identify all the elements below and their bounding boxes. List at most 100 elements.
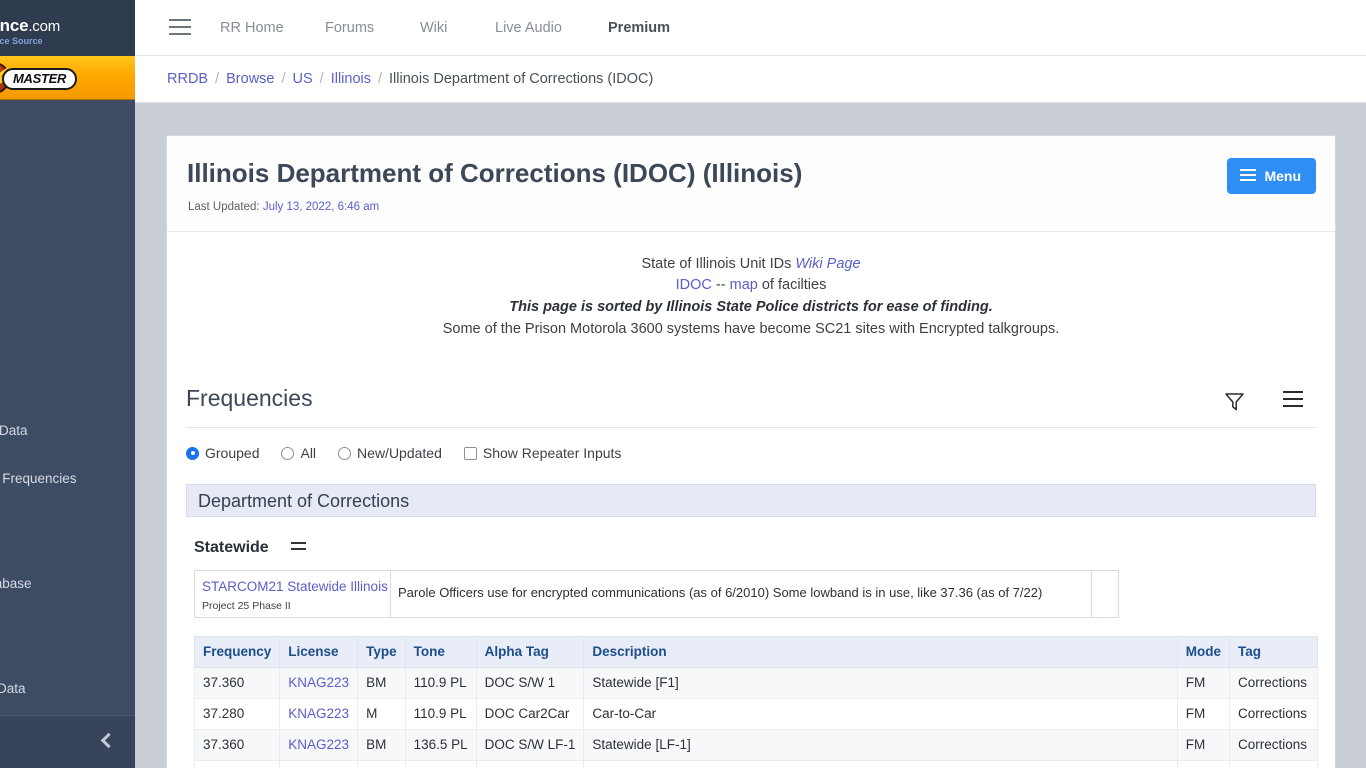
- sidebar-item-label: tabase: [0, 576, 32, 591]
- breadcrumb-item-browse[interactable]: Browse: [226, 71, 274, 87]
- cell-mode: FM: [1176, 698, 1231, 730]
- table-header-row: Frequency License Type Tone Alpha Tag De…: [193, 636, 1318, 668]
- scannermaster-ad-banner[interactable]: ⚡ MASTER: [0, 56, 135, 100]
- license-link[interactable]: KNAG223: [288, 706, 349, 721]
- cell-license[interactable]: KNAG223: [279, 698, 359, 730]
- sidebar: eference.com Reference Source ⚡ MASTER H…: [0, 0, 135, 768]
- table-row[interactable]: 37.160KNAG223BM136.5 PLDOC S/W LF-2State…: [193, 760, 1318, 768]
- cell-mode: FM: [1176, 760, 1231, 768]
- column-header-frequency[interactable]: Frequency: [193, 636, 281, 668]
- breadcrumb: RRDB / Browse / US / Illinois / Illinois Departm…: [167, 56, 653, 103]
- main-content-area: Illinois Department of Corrections (IDOC…: [135, 103, 1366, 768]
- cell-frequency: 37.360: [193, 729, 281, 761]
- breadcrumb-item-rrdb[interactable]: RRDB: [167, 71, 208, 87]
- menu-button-label: Menu: [1264, 168, 1301, 184]
- checkbox-show-repeater-inputs[interactable]: Show Repeater Inputs: [463, 445, 622, 461]
- cell-license[interactable]: KNAG223: [279, 667, 359, 699]
- nav-link-forums[interactable]: Forums: [325, 0, 374, 56]
- breadcrumb-item-illinois[interactable]: Illinois: [331, 71, 371, 87]
- cell-tag: Corrections: [1229, 760, 1318, 768]
- idoc-link[interactable]: IDOC: [676, 277, 712, 293]
- sidebar-item-7[interactable]: Data: [0, 670, 135, 708]
- nav-link-premium[interactable]: Premium: [608, 0, 670, 56]
- cell-frequency: 37.360: [193, 667, 281, 699]
- table-head: Frequency License Type Tone Alpha Tag De…: [193, 636, 1318, 668]
- cell-license[interactable]: KNAG223: [279, 760, 359, 768]
- hamburger-icon: [1240, 168, 1257, 184]
- list-menu-icon[interactable]: [1283, 391, 1303, 412]
- ad-brand-label: MASTER: [2, 68, 78, 90]
- sidebar-item-4[interactable]: Data: [0, 412, 135, 450]
- nav-link-rr-home[interactable]: RR Home: [220, 0, 284, 56]
- sidebar-item-6[interactable]: tabase: [0, 565, 135, 603]
- cell-license[interactable]: KNAG223: [279, 729, 359, 761]
- sidebar-item-2[interactable]: ssions: [0, 307, 135, 345]
- info-line-unit-ids: State of Illinois Unit IDs Wiki Page: [167, 254, 1335, 275]
- table-row[interactable]: 37.280 KNAG223 M 110.9 PL DOC Car2Car Car-to-…: [193, 698, 1318, 730]
- checkbox-icon[interactable]: [463, 446, 477, 460]
- column-header-description[interactable]: Description: [583, 636, 1178, 668]
- cell-description: Statewide [LF-1]: [583, 729, 1178, 761]
- breadcrumb-separator: /: [319, 71, 324, 87]
- cell-type: M: [357, 698, 406, 730]
- frequencies-header: Frequencies: [186, 385, 1316, 427]
- site-logo[interactable]: eference.com Reference Source: [0, 0, 135, 56]
- system-name-link[interactable]: STARCOM21 Statewide Illinois: [202, 579, 388, 594]
- breadcrumb-separator: /: [215, 71, 220, 87]
- cell-tag: Corrections: [1229, 698, 1318, 730]
- funnel-filter-icon[interactable]: [1224, 391, 1245, 417]
- column-header-tag[interactable]: Tag: [1229, 636, 1318, 668]
- frequencies-heading: Frequencies: [186, 385, 313, 411]
- breadcrumb-item-us[interactable]: US: [293, 71, 313, 87]
- radio-grouped-icon[interactable]: [186, 446, 199, 460]
- cell-type: BM: [357, 760, 406, 768]
- info-line-sorted-note: This page is sorted by Illinois State Po…: [509, 299, 993, 315]
- column-header-type[interactable]: Type: [357, 636, 406, 668]
- radio-new-updated-icon[interactable]: [338, 446, 352, 460]
- breadcrumb-item-current: Illinois Department of Corrections (IDOC…: [389, 71, 654, 87]
- column-header-mode[interactable]: Mode: [1176, 636, 1231, 668]
- cell-frequency: 37.160: [193, 760, 281, 768]
- checkbox-label: Show Repeater Inputs: [482, 445, 622, 461]
- map-link[interactable]: map: [730, 277, 758, 293]
- sidebar-item-1[interactable]: ta: [0, 259, 135, 297]
- cell-alpha-tag: DOC Car2Car: [475, 698, 585, 730]
- group-header-department-of-corrections: Department of Corrections: [186, 484, 1316, 517]
- wiki-page-link[interactable]: Wiki Page: [795, 256, 860, 272]
- column-header-alpha-tag[interactable]: Alpha Tag: [475, 636, 585, 668]
- nav-link-wiki[interactable]: Wiki: [420, 0, 447, 56]
- sidebar-item-label: Data: [0, 423, 28, 438]
- table-row[interactable]: 37.360 KNAG223 BM 110.9 PL DOC S/W 1 Statewid…: [193, 667, 1318, 699]
- cell-tag: Corrections: [1229, 729, 1318, 761]
- top-navigation-bar: RR Home Forums Wiki Live Audio Premium: [135, 0, 1366, 56]
- divider: [186, 427, 1316, 428]
- column-header-license[interactable]: License: [279, 636, 359, 668]
- cell-tone: 136.5 PL: [404, 729, 477, 761]
- sidebar-item-5[interactable]: e Frequencies: [0, 460, 135, 498]
- license-link[interactable]: KNAG223: [288, 675, 349, 690]
- radio-option-new-updated[interactable]: New/Updated: [338, 445, 442, 461]
- radio-all-icon[interactable]: [281, 446, 295, 460]
- breadcrumb-separator: /: [378, 71, 383, 87]
- frequency-filter-options: Grouped All New/Updated Show Repeater In…: [186, 440, 1316, 466]
- nav-link-live-audio[interactable]: Live Audio: [495, 0, 562, 56]
- radio-label: Grouped: [205, 445, 260, 461]
- card-header: Illinois Department of Corrections (IDOC…: [167, 136, 1335, 232]
- info-text: of facilties: [757, 277, 827, 293]
- hamburger-icon[interactable]: [169, 19, 191, 37]
- license-link[interactable]: KNAG223: [288, 737, 349, 752]
- sidebar-collapse-button[interactable]: [0, 715, 135, 768]
- radio-option-grouped[interactable]: Grouped: [186, 445, 259, 461]
- list-menu-icon[interactable]: [290, 542, 306, 554]
- breadcrumb-separator: /: [281, 71, 286, 87]
- table-row[interactable]: 37.360 KNAG223 BM 136.5 PL DOC S/W LF-1 State…: [193, 729, 1318, 761]
- last-updated-label: Last Updated:: [188, 201, 260, 213]
- menu-button[interactable]: Menu: [1227, 158, 1316, 194]
- sidebar-item-3[interactable]: e: [0, 364, 135, 402]
- cell-alpha-tag: DOC S/W LF-1: [475, 729, 585, 761]
- radio-option-all[interactable]: All: [281, 445, 316, 461]
- page-title: Illinois Department of Corrections (IDOC…: [187, 158, 803, 188]
- column-header-tone[interactable]: Tone: [404, 636, 477, 668]
- cell-tone: 110.9 PL: [404, 698, 477, 730]
- sidebar-item-0[interactable]: Home: [0, 107, 135, 145]
